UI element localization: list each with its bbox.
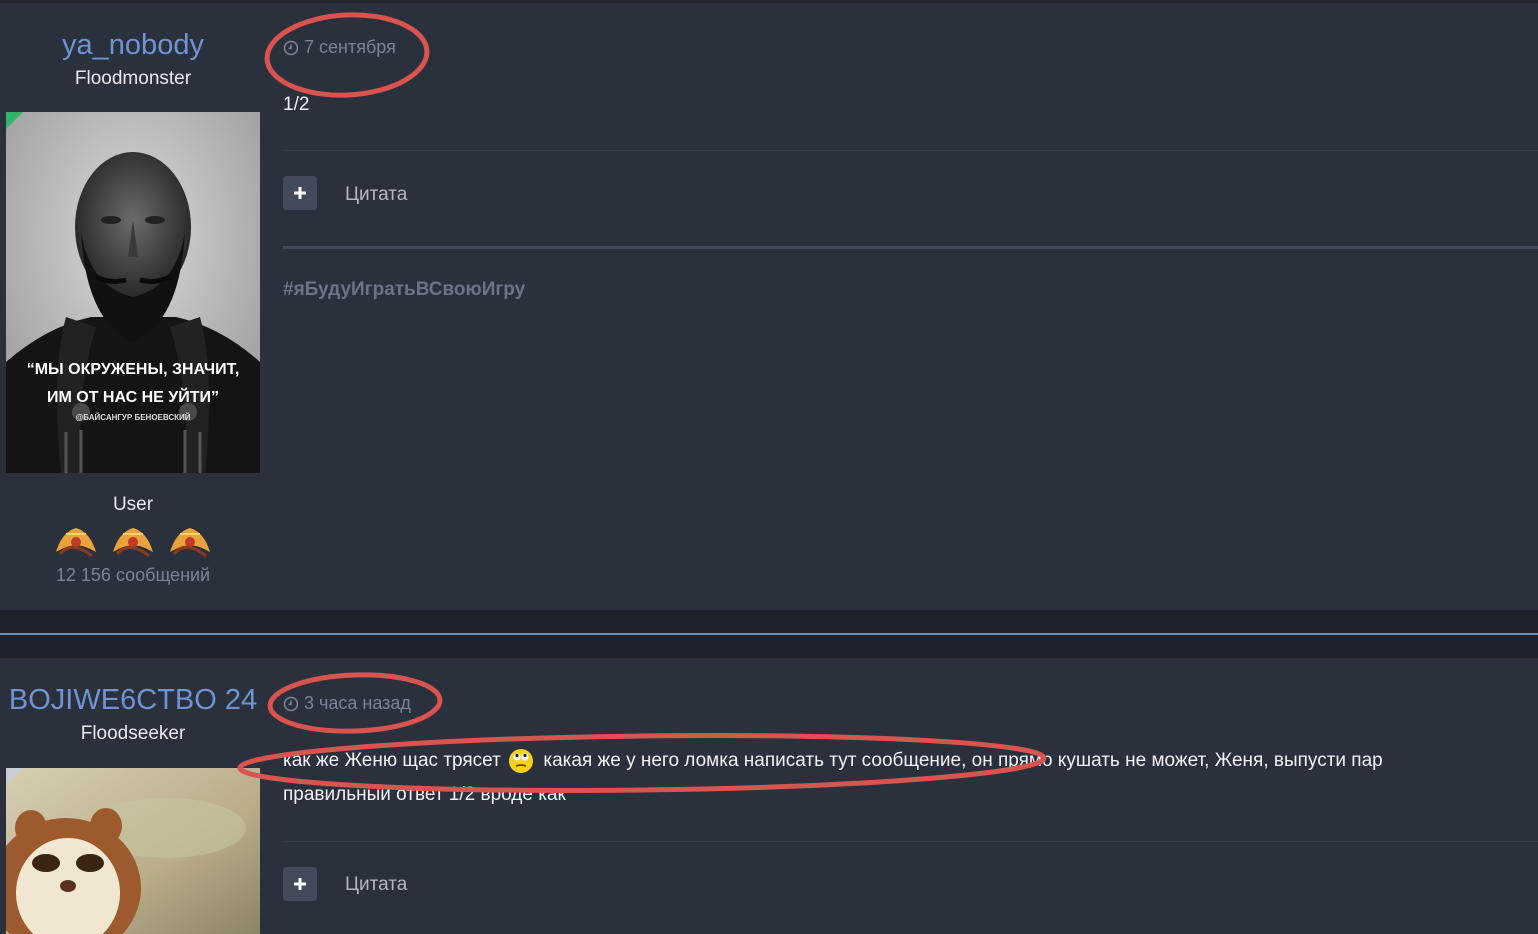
post-author: BOJIWE6CTBO 24 Floodseeker [0,683,266,745]
rank-icon [56,528,96,558]
multiquote-button[interactable] [283,176,317,210]
offline-indicator [6,768,23,785]
author-post-count: 12 156 сообщений [55,565,211,585]
signature-divider [283,246,1538,249]
avatar-image [6,768,260,934]
post: ya_nobody Floodmonster “МЫ ОКРУЖЕНЫ, ЗНА… [0,3,1538,610]
rank-icon [170,528,210,558]
multiquote-button[interactable] [283,867,317,901]
rank-icons [52,522,214,562]
post-message-part1: как же Женю щас трясет [283,750,501,771]
avatar-caption-line3: @БАЙСАНГУР БЕНОЕВСКИЙ [75,413,190,422]
post-author: ya_nobody Floodmonster [0,28,266,90]
author-username[interactable]: ya_nobody [0,28,266,62]
post-date-text: 3 часа назад [304,693,411,713]
online-indicator [6,112,23,129]
plus-icon [294,878,306,890]
rolling-eyes-emoji [509,748,534,773]
plus-icon [294,187,306,199]
post-message: как же Женю щас трясет какая же у него л… [283,744,1533,778]
author-username[interactable]: BOJIWE6CTBO 24 [0,683,266,717]
post-divider [283,841,1538,842]
clock-icon [283,696,299,711]
rank-icon [113,528,153,558]
user-signature: #яБудуИгратьВСвоюИгру [283,279,526,300]
avatar-image: “МЫ ОКРУЖЕНЫ, ЗНАЧИТ, ИМ ОТ НАС НЕ УЙТИ”… [6,112,260,473]
post-date[interactable]: 7 сентября [283,37,396,58]
post: BOJIWE6CTBO 24 Floodseeker 3 часа назад … [0,658,1538,934]
author-group: User [112,494,154,515]
author-avatar[interactable]: “МЫ ОКРУЖЕНЫ, ЗНАЧИТ, ИМ ОТ НАС НЕ УЙТИ”… [6,112,260,473]
author-title: Floodmonster [74,68,192,89]
avatar-caption-line1: “МЫ ОКРУЖЕНЫ, ЗНАЧИТ, [27,361,240,378]
quote-button[interactable]: Цитата [345,874,407,896]
author-avatar[interactable] [6,768,260,934]
post-message-part2: какая же у него ломка написать тут сообщ… [543,750,1383,771]
quote-button[interactable]: Цитата [345,184,407,206]
post-divider [283,150,1538,151]
post-message-line2: правильный ответ 1/2 вроде как [283,784,566,805]
post-date[interactable]: 3 часа назад [283,693,411,714]
post-separator-line [0,633,1538,635]
forum-topic-page: ya_nobody Floodmonster “МЫ ОКРУЖЕНЫ, ЗНА… [0,0,1538,934]
author-title: Floodseeker [80,723,186,744]
post-date-text: 7 сентября [304,37,396,57]
post-message: 1/2 [283,94,310,115]
clock-icon [283,40,299,55]
avatar-caption-line2: ИМ ОТ НАС НЕ УЙТИ” [47,387,219,406]
